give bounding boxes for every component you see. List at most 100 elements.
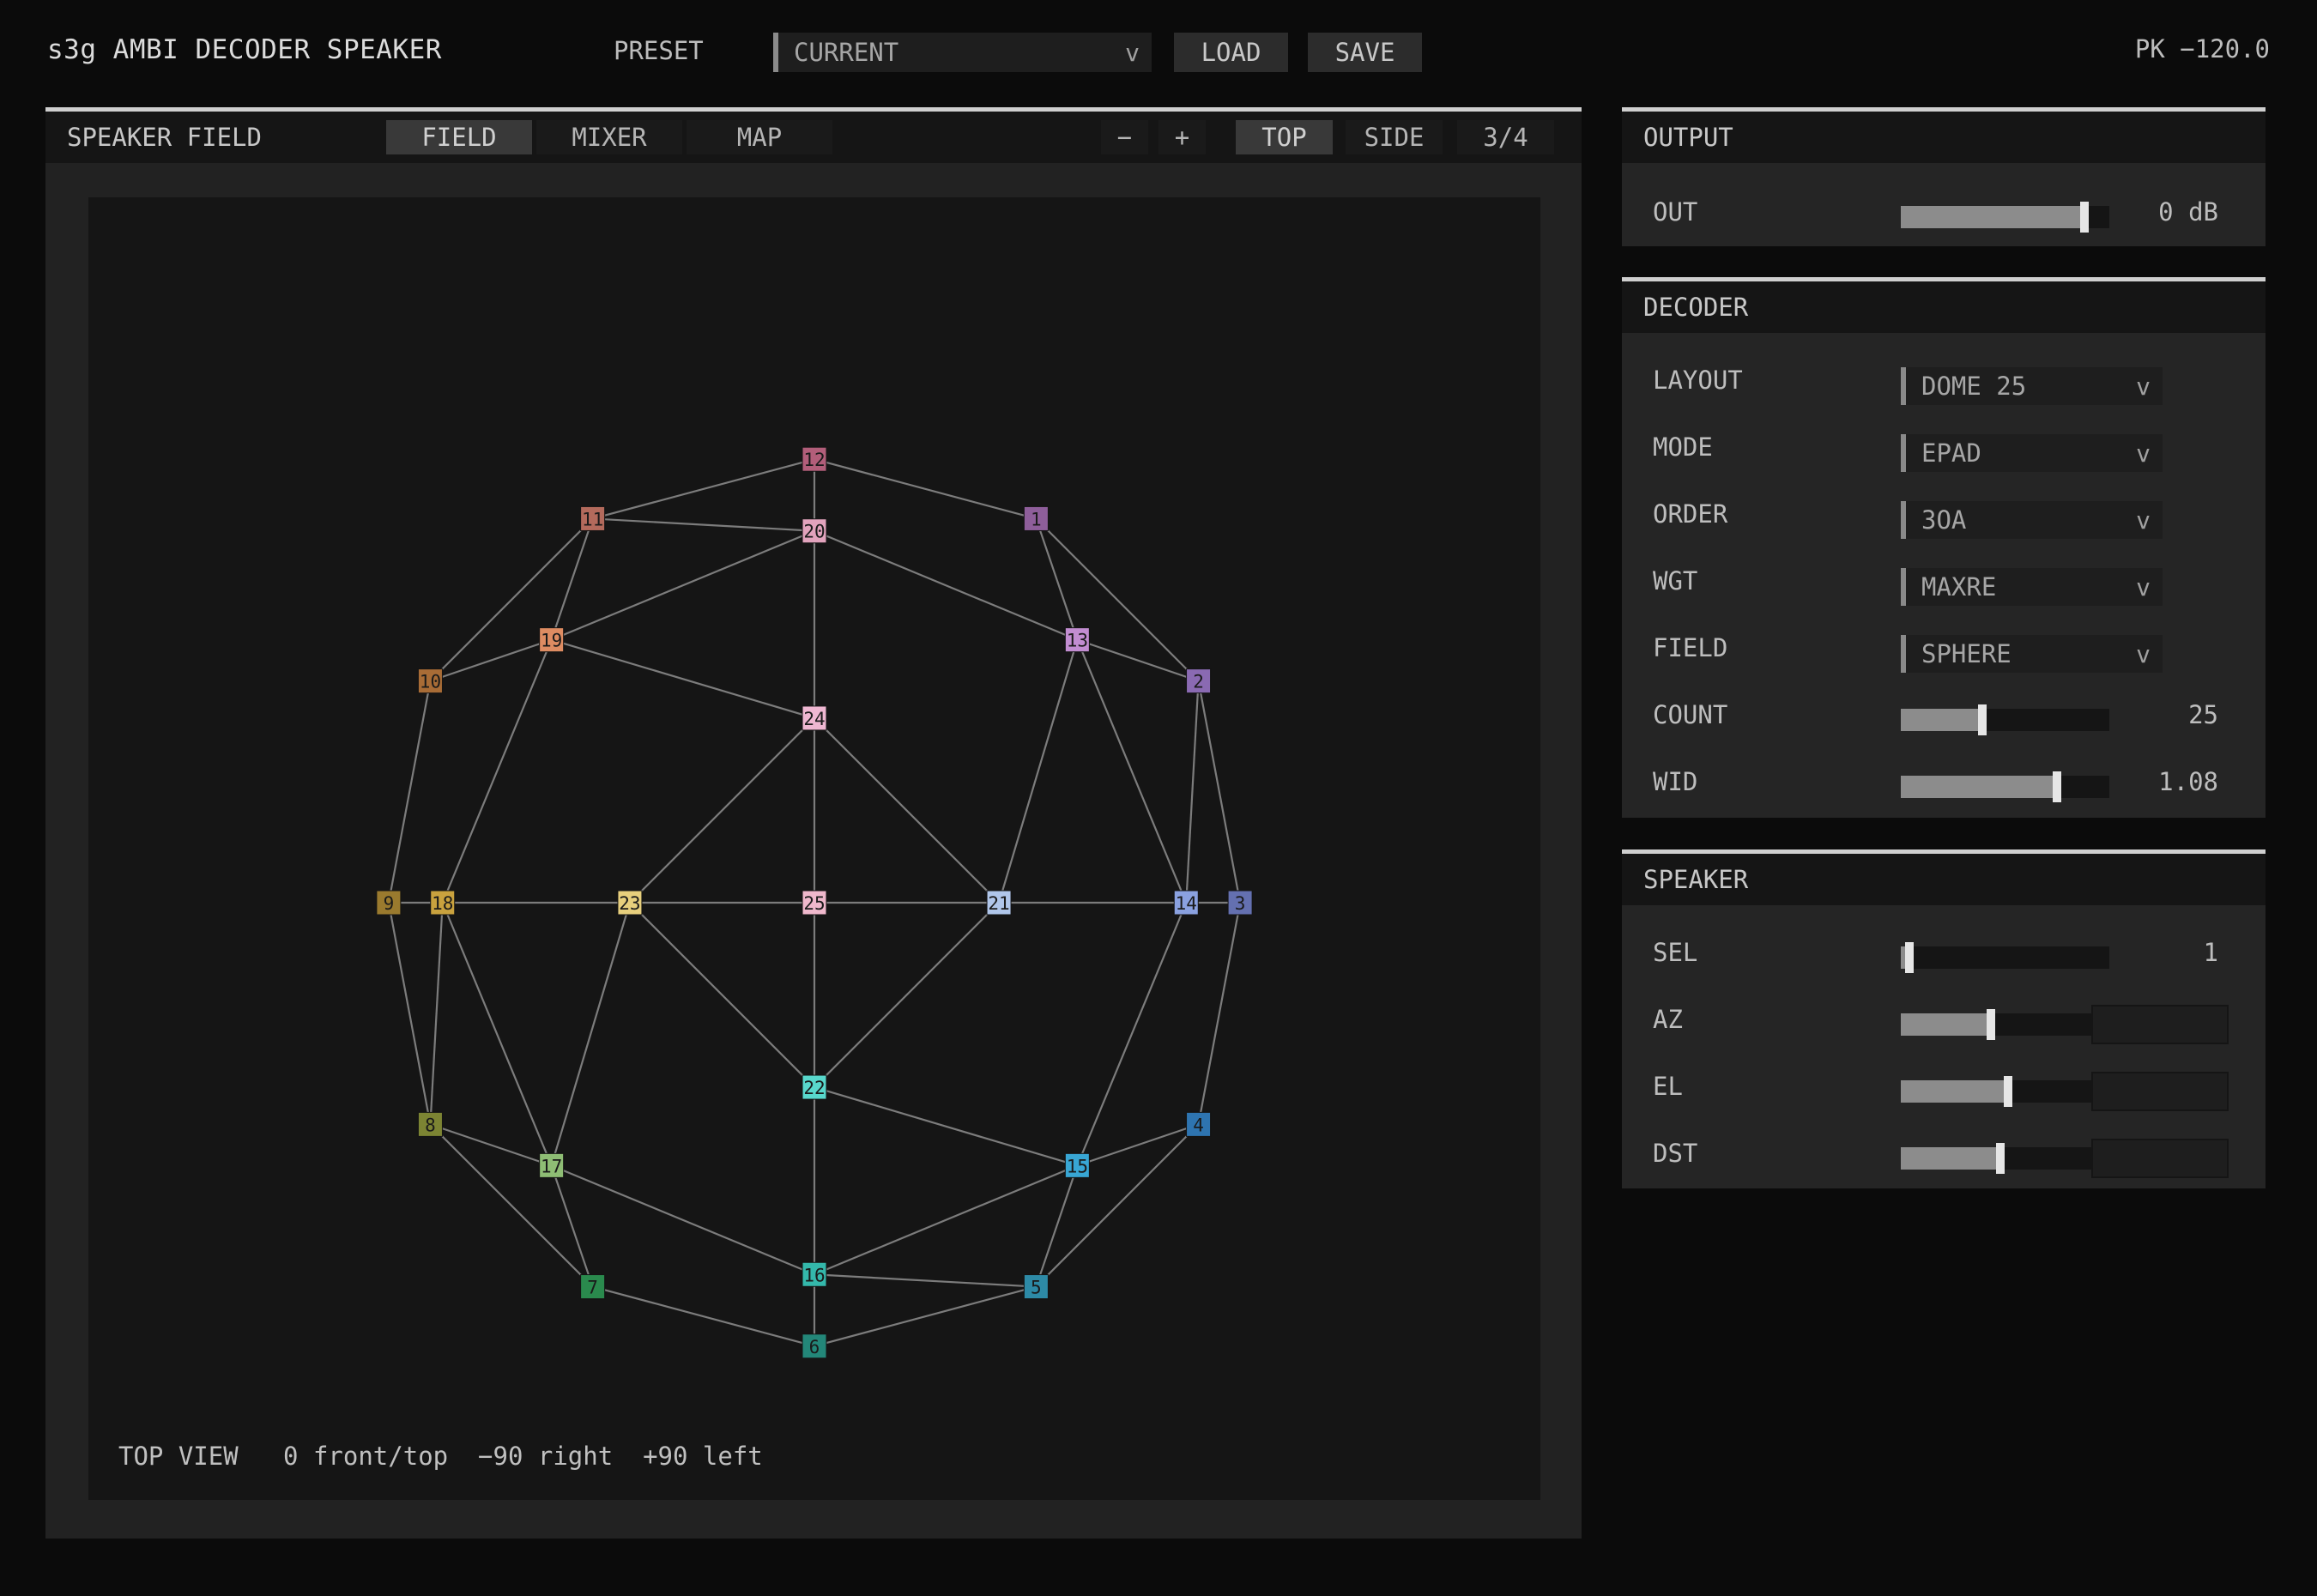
view-top-button[interactable]: TOP bbox=[1236, 120, 1333, 154]
el-slider-handle[interactable] bbox=[2003, 1076, 2012, 1107]
output-panel-header: OUTPUT bbox=[1622, 112, 2266, 163]
dst-slider-fill bbox=[1901, 1147, 1996, 1170]
preset-dropdown[interactable]: CURRENT v bbox=[773, 33, 1152, 72]
out-slider[interactable] bbox=[1901, 202, 2109, 233]
speaker-link-16-5 bbox=[814, 1273, 1037, 1288]
count-label: COUNT bbox=[1653, 700, 1728, 729]
speaker-link-20-13 bbox=[814, 529, 1078, 641]
speaker-node-13[interactable]: 13 bbox=[1064, 627, 1090, 653]
output-panel-title: OUTPUT bbox=[1643, 123, 1733, 152]
dst-slider-handle[interactable] bbox=[1996, 1143, 2005, 1174]
load-button[interactable]: LOAD bbox=[1174, 33, 1288, 72]
chevron-down-icon: v bbox=[2136, 438, 2151, 468]
az-value-field[interactable] bbox=[2091, 1005, 2229, 1044]
layout-label: LAYOUT bbox=[1653, 366, 1743, 395]
field-dropdown[interactable]: SPHERE v bbox=[1901, 635, 2163, 673]
out-slider-handle[interactable] bbox=[2079, 202, 2089, 233]
sel-slider[interactable] bbox=[1901, 942, 2109, 973]
speaker-node-22[interactable]: 22 bbox=[802, 1074, 827, 1100]
mode-dropdown[interactable]: EPAD v bbox=[1901, 434, 2163, 472]
speaker-node-12[interactable]: 12 bbox=[802, 446, 827, 472]
wid-label: WID bbox=[1653, 767, 1698, 796]
order-value: 3OA bbox=[1921, 505, 1967, 535]
speaker-node-label: 19 bbox=[541, 631, 562, 651]
speaker-link-18-8 bbox=[429, 902, 444, 1125]
speaker-panel-header: SPEAKER bbox=[1622, 854, 2266, 905]
peak-meter: PK −120.0 bbox=[2134, 34, 2270, 63]
save-button[interactable]: SAVE bbox=[1308, 33, 1422, 72]
speaker-node-label: 18 bbox=[432, 893, 453, 914]
zoom-in-button[interactable]: + bbox=[1158, 120, 1206, 154]
tab-field[interactable]: FIELD bbox=[386, 120, 532, 154]
speaker-node-4[interactable]: 4 bbox=[1186, 1111, 1212, 1137]
speaker-link-17-7 bbox=[550, 1165, 594, 1287]
el-slider[interactable] bbox=[1901, 1076, 2091, 1107]
field-panel-title: SPEAKER FIELD bbox=[67, 123, 262, 152]
sel-value: 1 bbox=[2203, 938, 2218, 967]
speaker-node-8[interactable]: 8 bbox=[417, 1111, 443, 1137]
wgt-dropdown[interactable]: MAXRE v bbox=[1901, 568, 2163, 606]
speaker-field-canvas[interactable]: 1 2 3 4 5 6 7 8 9 10 11 12 13 14 15 16 17 18 19 20 21 22 23 24 2… bbox=[88, 197, 1540, 1500]
speaker-field-graph[interactable]: 1234567891011121314151617181920212223242… bbox=[88, 197, 1540, 1500]
page-indicator[interactable]: 3/4 bbox=[1457, 120, 1554, 154]
speaker-node-11[interactable]: 11 bbox=[580, 505, 606, 531]
output-panel: OUTPUT OUT 0 dB bbox=[1622, 107, 2266, 246]
speaker-node-17[interactable]: 17 bbox=[539, 1152, 565, 1178]
speaker-node-9[interactable]: 9 bbox=[376, 890, 402, 916]
dst-label: DST bbox=[1653, 1139, 1698, 1168]
speaker-node-5[interactable]: 5 bbox=[1023, 1274, 1049, 1300]
count-slider-handle[interactable] bbox=[1977, 704, 1987, 735]
dst-slider[interactable] bbox=[1901, 1143, 2091, 1174]
speaker-node-7[interactable]: 7 bbox=[580, 1274, 606, 1300]
speaker-node-19[interactable]: 19 bbox=[539, 627, 565, 653]
out-label: OUT bbox=[1653, 197, 1698, 227]
speaker-link-15-5 bbox=[1035, 1165, 1079, 1287]
count-value: 25 bbox=[2188, 700, 2218, 729]
wgt-value: MAXRE bbox=[1921, 572, 1997, 602]
view-side-button[interactable]: SIDE bbox=[1346, 120, 1443, 154]
speaker-node-label: 22 bbox=[803, 1078, 825, 1098]
speaker-node-15[interactable]: 15 bbox=[1064, 1152, 1090, 1178]
order-dropdown[interactable]: 3OA v bbox=[1901, 501, 2163, 539]
speaker-node-14[interactable]: 14 bbox=[1173, 890, 1199, 916]
speaker-field-panel: SPEAKER FIELD FIELD MIXER MAP − + TOP SI… bbox=[45, 107, 1582, 1539]
speaker-node-20[interactable]: 20 bbox=[802, 518, 827, 544]
wid-slider-handle[interactable] bbox=[2053, 771, 2062, 802]
tab-map[interactable]: MAP bbox=[687, 120, 832, 154]
speaker-node-23[interactable]: 23 bbox=[617, 890, 643, 916]
az-slider[interactable] bbox=[1901, 1009, 2091, 1040]
zoom-out-button[interactable]: − bbox=[1101, 120, 1148, 154]
sel-slider-handle[interactable] bbox=[1904, 942, 1914, 973]
chevron-down-icon: v bbox=[2136, 372, 2151, 401]
tab-mixer[interactable]: MIXER bbox=[536, 120, 682, 154]
speaker-link-24-23 bbox=[629, 717, 815, 904]
wid-slider-fill bbox=[1901, 776, 2054, 798]
az-slider-handle[interactable] bbox=[1986, 1009, 1995, 1040]
speaker-node-label: 6 bbox=[809, 1337, 820, 1357]
count-slider-fill bbox=[1901, 709, 1978, 731]
order-label: ORDER bbox=[1653, 499, 1728, 529]
speaker-link-23-22 bbox=[629, 902, 815, 1088]
speaker-node-2[interactable]: 2 bbox=[1186, 668, 1212, 694]
speaker-link-12-11 bbox=[592, 458, 815, 520]
wid-value: 1.08 bbox=[2158, 767, 2218, 796]
speaker-node-25[interactable]: 25 bbox=[802, 890, 827, 916]
speaker-node-1[interactable]: 1 bbox=[1023, 505, 1049, 531]
wid-slider[interactable] bbox=[1901, 771, 2109, 802]
mode-label: MODE bbox=[1653, 432, 1713, 462]
speaker-node-10[interactable]: 10 bbox=[417, 668, 443, 694]
az-slider-fill bbox=[1901, 1013, 1987, 1036]
el-value-field[interactable] bbox=[2091, 1072, 2229, 1111]
speaker-link-2-3 bbox=[1197, 680, 1242, 904]
speaker-panel: SPEAKER SEL 1 AZ EL DST bbox=[1622, 849, 2266, 1188]
layout-dropdown[interactable]: DOME 25 v bbox=[1901, 367, 2163, 405]
speaker-node-3[interactable]: 3 bbox=[1227, 890, 1253, 916]
speaker-node-21[interactable]: 21 bbox=[986, 890, 1012, 916]
speaker-node-24[interactable]: 24 bbox=[802, 705, 827, 731]
speaker-node-6[interactable]: 6 bbox=[802, 1333, 827, 1359]
count-slider[interactable] bbox=[1901, 704, 2109, 735]
speaker-node-18[interactable]: 18 bbox=[430, 890, 456, 916]
dst-value-field[interactable] bbox=[2091, 1139, 2229, 1178]
speaker-node-16[interactable]: 16 bbox=[802, 1261, 827, 1287]
speaker-link-8-7 bbox=[429, 1123, 594, 1288]
